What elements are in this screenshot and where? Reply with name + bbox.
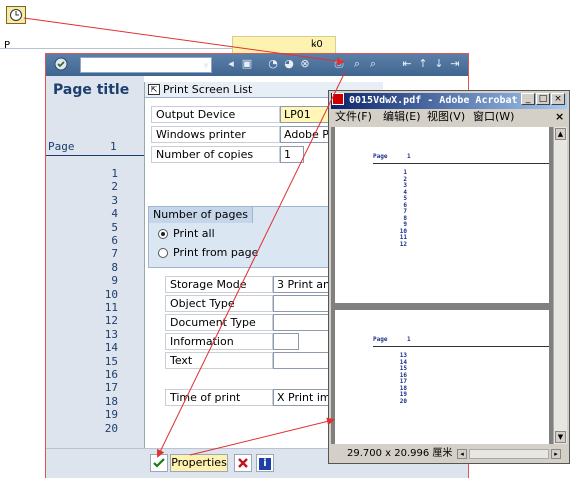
list-line: 7 [111, 247, 118, 261]
list-page-label: Page [48, 140, 75, 153]
list-line: 15 [104, 354, 118, 368]
pdf-page-num: 1 [407, 336, 411, 343]
list-page-number: 1 [110, 140, 117, 153]
doc-close-icon[interactable]: × [555, 109, 564, 125]
pdf-header-rule [373, 346, 549, 347]
command-field[interactable] [80, 57, 212, 73]
clock-icon[interactable] [6, 6, 26, 24]
list-line: 14 [104, 341, 118, 355]
print-icon[interactable]: ⎙ [332, 57, 346, 71]
properties-button[interactable]: Properties [170, 454, 228, 472]
print-all-radio[interactable] [158, 229, 168, 239]
exit-icon[interactable]: ◕ [282, 57, 296, 71]
last-page-icon[interactable]: ⇥ [448, 57, 462, 71]
pdf-page-2: Page 1 13 14 15 16 17 18 19 20 [335, 310, 549, 444]
divider [0, 48, 232, 49]
pdf-page-label: Page [373, 336, 388, 343]
menu-view[interactable]: 视图(V) [427, 109, 465, 125]
list-line: 10 [104, 287, 118, 301]
object-type-label: Object Type [165, 295, 273, 312]
next-page-icon[interactable]: ↓ [432, 57, 446, 71]
pdf-line: 12 [399, 240, 407, 248]
back-icon[interactable]: ◂ [224, 57, 238, 71]
scroll-down-icon[interactable]: ▼ [555, 431, 566, 443]
print-list-icon: ⇱ [148, 84, 160, 95]
pdf-viewport[interactable]: Page 1 1 2 3 4 5 6 7 8 9 10 11 12 Page 1 13 14 15 16 17… [331, 127, 553, 444]
list-line: 2 [111, 180, 118, 194]
continue-button[interactable] [150, 454, 168, 472]
list-line: 3 [111, 193, 118, 207]
list-line: 9 [111, 274, 118, 288]
pdf-line: 20 [399, 397, 407, 405]
storage-mode-label: Storage Mode [165, 276, 273, 293]
first-page-icon[interactable]: ⇤ [400, 57, 414, 71]
cancel-icon[interactable]: ⊗ [298, 57, 312, 71]
hscroll-right-icon[interactable]: ▸ [551, 449, 561, 459]
list-line: 12 [104, 314, 118, 328]
document-type-label: Document Type [165, 314, 273, 331]
list-header-rule [46, 155, 144, 156]
pdf-page-label: Page [373, 153, 388, 160]
sap-toolbar: ▾ ◂ ▣ ◔ ◕ ⊗ ⎙ ⌕ ⌕ ⇤ ↑ ↓ ⇥ [46, 54, 468, 76]
list-line: 8 [111, 260, 118, 274]
print-from-radio[interactable] [158, 248, 168, 258]
list-line: 13 [104, 327, 118, 341]
menu-edit[interactable]: 编辑(E) [383, 109, 421, 125]
acrobat-menu-bar: 文件(F) 编辑(E) 视图(V) 窗口(W) × [331, 109, 567, 125]
page-size-text: 29.700 x 20.996 厘米 [347, 448, 453, 459]
pdf-header-rule [373, 163, 549, 164]
windows-printer-label: Windows printer [151, 126, 280, 143]
maximize-button[interactable]: □ [536, 93, 550, 105]
list-line: 1 [111, 167, 118, 180]
menu-file[interactable]: 文件(F) [335, 109, 372, 125]
info-button[interactable]: i [256, 454, 274, 472]
prev-page-icon[interactable]: ↑ [416, 57, 430, 71]
side-label: P [4, 40, 11, 51]
text-label: Text [165, 352, 273, 369]
command-dropdown-icon[interactable]: ▾ [202, 59, 210, 72]
list-line: 11 [104, 301, 118, 314]
information-label: Information [165, 333, 273, 350]
pdf-page-num: 1 [407, 153, 411, 160]
information-field[interactable] [273, 333, 299, 350]
back-green-icon[interactable]: ◔ [266, 57, 280, 71]
list-line: 17 [104, 381, 118, 395]
menu-window[interactable]: 窗口(W) [473, 109, 514, 125]
list-line: 16 [104, 368, 118, 381]
hscroll-left-icon[interactable]: ◂ [457, 449, 467, 459]
save-icon[interactable]: ▣ [240, 57, 254, 71]
find-icon[interactable]: ⌕ [350, 57, 364, 71]
pdf-icon [332, 93, 344, 105]
acrobat-window: 0015VdwX.pdf - Adobe Acrobat _ □ × 文件(F)… [328, 90, 570, 464]
print-all-label: Print all [173, 227, 215, 240]
list-line: 6 [111, 234, 118, 247]
vertical-scrollbar[interactable]: ▲ ▼ [553, 127, 567, 444]
minimize-button[interactable]: _ [521, 93, 535, 105]
pdf-page-1: Page 1 1 2 3 4 5 6 7 8 9 10 11 12 [335, 127, 549, 303]
close-button[interactable]: × [551, 93, 565, 105]
enter-icon[interactable] [54, 57, 68, 71]
page-title: Page title [53, 82, 130, 98]
list-line: 4 [111, 207, 118, 221]
list-line: 20 [104, 421, 118, 435]
list-line: 5 [111, 220, 118, 234]
list-line: 18 [104, 394, 118, 408]
acrobat-status-bar: 29.700 x 20.996 厘米 ◂ ▸ [331, 446, 567, 462]
copies-field[interactable]: 1 [280, 146, 304, 163]
copies-label: Number of copies [151, 146, 280, 163]
time-of-print-label: Time of print [165, 389, 273, 406]
pages-group-header: Number of pages [149, 207, 253, 223]
horizontal-scrollbar[interactable] [469, 449, 549, 459]
find-next-icon[interactable]: ⌕ [366, 57, 380, 71]
cancel-button[interactable] [234, 454, 252, 472]
list-line: 19 [104, 408, 118, 422]
output-device-label: Output Device [151, 106, 280, 123]
scroll-up-icon[interactable]: ▲ [555, 128, 566, 140]
print-from-label: Print from page [173, 246, 259, 259]
background-field[interactable]: ꝃ0 [232, 36, 336, 54]
